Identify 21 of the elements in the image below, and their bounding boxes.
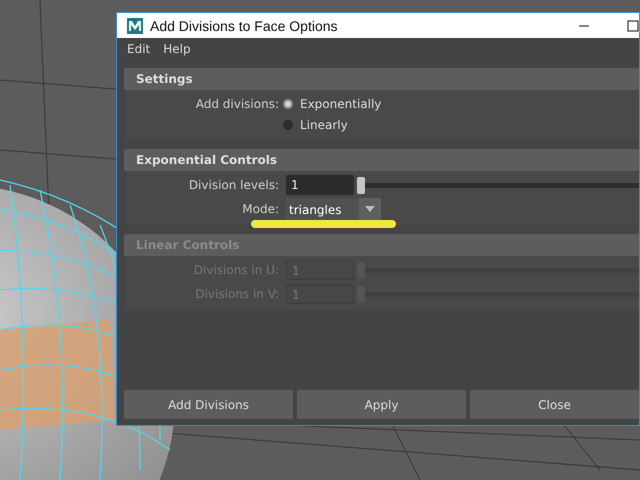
- app-logo-icon: [127, 18, 143, 34]
- radio-button[interactable]: [283, 98, 293, 108]
- number-field[interactable]: 1: [286, 175, 354, 195]
- dialog-button[interactable]: Apply: [297, 390, 466, 419]
- radio-label[interactable]: Exponentially: [300, 96, 382, 110]
- slider-thumb[interactable]: [357, 176, 365, 194]
- field-label: Add divisions:: [194, 96, 279, 113]
- menu-item[interactable]: Edit: [127, 42, 150, 56]
- dialog-button[interactable]: Add Divisions: [124, 390, 293, 419]
- radio-button[interactable]: [283, 120, 293, 130]
- section-header[interactable]: Settings: [124, 68, 639, 90]
- radio-label[interactable]: Linearly: [300, 118, 348, 132]
- menu-item[interactable]: Help: [163, 42, 191, 56]
- dropdown-arrow-icon: [365, 206, 375, 212]
- maximize-icon[interactable]: [627, 20, 639, 32]
- dialog-button[interactable]: Close: [470, 390, 639, 419]
- section-header[interactable]: Exponential Controls: [124, 149, 639, 171]
- mode-dropdown[interactable]: triangles: [286, 198, 381, 220]
- field-label: Mode:: [241, 201, 279, 218]
- field-label: Division levels:: [188, 177, 279, 194]
- window-title: Add Divisions to Face Options: [150, 18, 338, 34]
